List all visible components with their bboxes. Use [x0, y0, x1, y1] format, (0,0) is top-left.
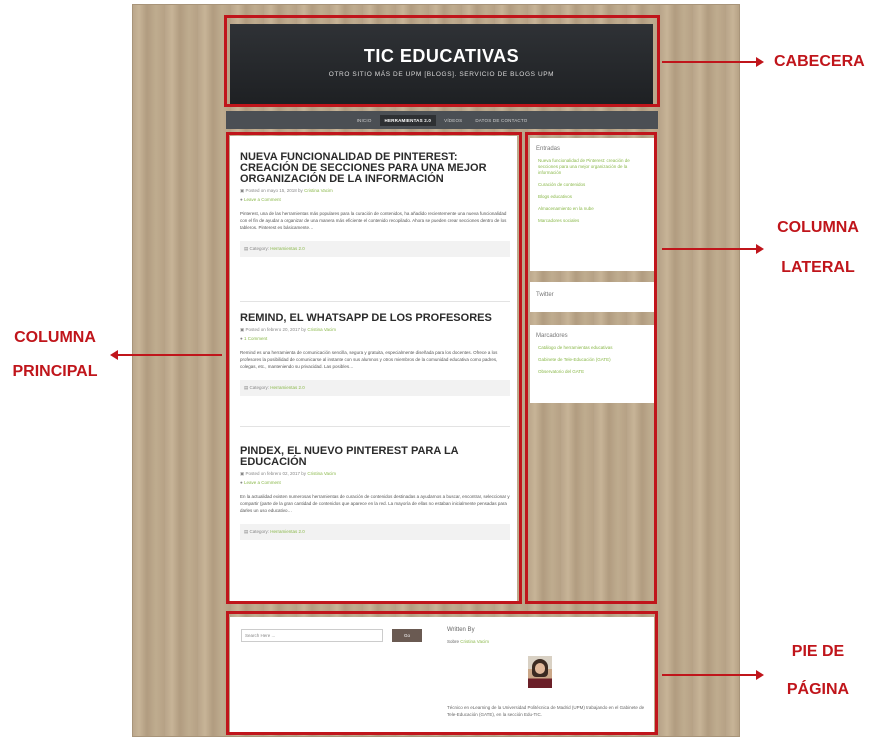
principal-label-line1: COLUMNA [14, 329, 96, 346]
nav-item-videos[interactable]: VÍDEOS [439, 115, 467, 126]
cabecera-arrow-line [662, 61, 756, 63]
principal-label-line2: PRINCIPAL [12, 363, 98, 380]
lateral-arrow-head [756, 244, 764, 254]
pie-arrow-head [756, 670, 764, 680]
principal-label: COLUMNA PRINCIPAL [6, 326, 104, 384]
lateral-label-line1: COLUMNA [777, 219, 859, 236]
lateral-arrow-line [662, 248, 756, 250]
cabecera-arrow-head [756, 57, 764, 67]
sidebar-highlight-box [525, 132, 657, 604]
lateral-label: COLUMNA LATERAL [770, 216, 866, 280]
pie-arrow-line [662, 674, 756, 676]
footer-highlight-box [226, 611, 658, 735]
main-nav: INICIO HERRAMIENTAS 2.0 VÍDEOS DATOS DE … [226, 111, 658, 129]
nav-item-herramientas[interactable]: HERRAMIENTAS 2.0 [379, 114, 437, 126]
lateral-label-line2: LATERAL [781, 259, 855, 276]
pie-label-line2: PÁGINA [786, 681, 850, 698]
header-highlight-box [224, 15, 660, 107]
principal-arrow-head [110, 350, 118, 360]
cabecera-label: CABECERA [774, 53, 865, 70]
pie-label-line1: PIE DE [791, 643, 845, 660]
nav-item-inicio[interactable]: INICIO [352, 115, 377, 126]
principal-arrow-line [118, 354, 222, 356]
pie-label: PIE DE PÁGINA [770, 640, 866, 702]
main-column-highlight-box [226, 132, 522, 604]
nav-item-contacto[interactable]: DATOS DE CONTACTO [470, 115, 532, 126]
